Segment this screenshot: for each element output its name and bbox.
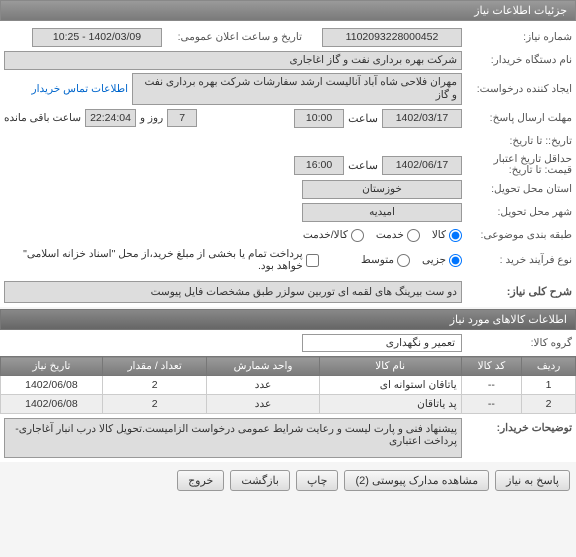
cell-code: -- — [461, 376, 522, 395]
cell-date: 1402/06/08 — [1, 395, 103, 414]
row-deadline: مهلت ارسال پاسخ: 1402/03/17 ساعت 10:00 7… — [4, 108, 572, 128]
row-buyer: نام دستگاه خریدار: شرکت بهره برداری نفت … — [4, 50, 572, 70]
label-deadline: مهلت ارسال پاسخ: — [462, 112, 572, 124]
cell-idx: 2 — [522, 395, 576, 414]
label-province: استان محل تحویل: — [462, 183, 572, 195]
row-buy-type: نوع فرآیند خرید : جزیی متوسط پرداخت تمام… — [4, 248, 572, 272]
label-time-2: ساعت — [348, 159, 378, 172]
label-history: تاریخ:: تا تاریخ: — [462, 135, 572, 147]
label-need-no: شماره نیاز: — [462, 31, 572, 43]
radio-both[interactable]: کالا/خدمت — [303, 229, 364, 242]
label-buy-type: نوع فرآیند خرید : — [462, 254, 572, 266]
cell-name: پد یاتاقان — [319, 395, 461, 414]
deadline-time: 10:00 — [294, 109, 344, 128]
need-no-value: 1102093228000452 — [322, 28, 462, 47]
row-history: تاریخ:: تا تاریخ: — [4, 131, 572, 151]
contact-link[interactable]: اطلاعات تماس خریدار — [32, 83, 128, 95]
row-requester: ایجاد کننده درخواست: مهران فلاحی شاه آبا… — [4, 73, 572, 105]
goods-section-header: اطلاعات کالاهای مورد نیاز — [0, 309, 576, 330]
row-validity: حداقل تاریخ اعتبار قیمت: تا تاریخ: 1402/… — [4, 154, 572, 176]
cell-qty: 2 — [102, 376, 207, 395]
label-general-desc: شرح کلی نیاز: — [462, 281, 572, 303]
label-announce: تاریخ و ساعت اعلان عمومی: — [162, 31, 302, 43]
radio-partial-input[interactable] — [449, 254, 462, 267]
announce-value: 1402/03/09 - 10:25 — [32, 28, 162, 47]
radio-partial[interactable]: جزیی — [422, 254, 462, 267]
buy-type-radio-group: جزیی متوسط پرداخت تمام یا بخشی از مبلغ خ… — [4, 248, 462, 272]
label-goods-group: گروه کالا: — [462, 337, 572, 349]
th-code: کد کالا — [461, 357, 522, 376]
city-value: امیدیه — [302, 203, 462, 222]
table-row[interactable]: 1--یاتاقان استوانه ایعدد21402/06/08 — [1, 376, 576, 395]
table-body: 1--یاتاقان استوانه ایعدد21402/06/082--پد… — [1, 376, 576, 414]
days-count: 7 — [167, 109, 197, 127]
th-idx: ردیف — [522, 357, 576, 376]
general-desc-value: دو ست بیرینگ های لقمه ای توربین سولزر طب… — [4, 281, 462, 303]
print-button[interactable]: چاپ — [296, 470, 339, 491]
cell-name: یاتاقان استوانه ای — [319, 376, 461, 395]
buyer-notes-row: توضیحات خریدار: پیشنهاد فنی و پارت لیست … — [0, 414, 576, 462]
label-time-1: ساعت — [348, 112, 378, 125]
radio-both-input[interactable] — [351, 229, 364, 242]
label-buyer: نام دستگاه خریدار: — [462, 54, 572, 66]
th-date: تاریخ نیاز — [1, 357, 103, 376]
row-province: استان محل تحویل: خوزستان — [4, 179, 572, 199]
form-area: شماره نیاز: 1102093228000452 تاریخ و ساع… — [0, 21, 576, 277]
valid-time: 16:00 — [294, 156, 344, 175]
row-city: شهر محل تحویل: امیدیه — [4, 202, 572, 222]
row-subject-class: طبقه بندی موضوعی: کالا خدمت کالا/خدمت — [4, 225, 572, 245]
radio-medium[interactable]: متوسط — [361, 254, 410, 267]
table-row[interactable]: 2--پد یاتاقانعدد21402/06/08 — [1, 395, 576, 414]
attachments-button[interactable]: مشاهده مدارک پیوستی (2) — [344, 470, 489, 491]
radio-goods-input[interactable] — [449, 229, 462, 242]
button-bar: پاسخ به نیاز مشاهده مدارک پیوستی (2) چاپ… — [0, 462, 576, 499]
cell-qty: 2 — [102, 395, 207, 414]
buyer-notes-value: پیشنهاد فنی و پارت لیست و رعایت شرایط عم… — [4, 418, 462, 458]
deadline-date: 1402/03/17 — [382, 109, 462, 128]
checkbox-payment-input[interactable] — [306, 254, 319, 267]
days-label: روز و — [140, 112, 163, 124]
requester-value: مهران فلاحی شاه آباد آنالیست ارشد سفارشا… — [132, 73, 462, 105]
cell-unit: عدد — [207, 376, 319, 395]
goods-table: ردیف کد کالا نام کالا واحد شمارش تعداد /… — [0, 356, 576, 414]
label-requester: ایجاد کننده درخواست: — [462, 83, 572, 95]
reply-button[interactable]: پاسخ به نیاز — [495, 470, 570, 491]
buyer-value: شرکت بهره برداری نفت و گاز اغاجاری — [4, 51, 462, 70]
goods-group-value: تعمیر و نگهداری — [302, 334, 462, 352]
cell-idx: 1 — [522, 376, 576, 395]
label-validity: حداقل تاریخ اعتبار قیمت: تا تاریخ: — [462, 154, 572, 176]
label-city: شهر محل تحویل: — [462, 206, 572, 218]
cell-code: -- — [461, 395, 522, 414]
header-bar: جزئیات اطلاعات نیاز — [0, 0, 576, 21]
row-need-number: شماره نیاز: 1102093228000452 تاریخ و ساع… — [4, 27, 572, 47]
time-remain-value: 22:24:04 — [85, 109, 136, 127]
general-desc-row: شرح کلی نیاز: دو ست بیرینگ های لقمه ای ت… — [0, 277, 576, 307]
label-buyer-notes: توضیحات خریدار: — [462, 418, 572, 458]
radio-medium-input[interactable] — [397, 254, 410, 267]
radio-service-input[interactable] — [407, 229, 420, 242]
back-button[interactable]: بازگشت — [230, 470, 290, 491]
radio-service[interactable]: خدمت — [376, 229, 420, 242]
th-qty: تعداد / مقدار — [102, 357, 207, 376]
table-header-row: ردیف کد کالا نام کالا واحد شمارش تعداد /… — [1, 357, 576, 376]
cell-unit: عدد — [207, 395, 319, 414]
goods-group-row: گروه کالا: تعمیر و نگهداری — [0, 330, 576, 356]
label-subject-class: طبقه بندی موضوعی: — [462, 229, 572, 241]
th-unit: واحد شمارش — [207, 357, 319, 376]
valid-date: 1402/06/17 — [382, 156, 462, 175]
th-name: نام کالا — [319, 357, 461, 376]
exit-button[interactable]: خروج — [177, 470, 224, 491]
subject-radio-group: کالا خدمت کالا/خدمت — [303, 229, 462, 242]
cell-date: 1402/06/08 — [1, 376, 103, 395]
time-remain-label: ساعت باقی مانده — [4, 112, 81, 124]
province-value: خوزستان — [302, 180, 462, 199]
time-remaining: 7 روز و 22:24:04 ساعت باقی مانده — [4, 109, 197, 127]
radio-goods[interactable]: کالا — [432, 229, 462, 242]
header-title: جزئیات اطلاعات نیاز — [474, 5, 567, 17]
checkbox-payment[interactable]: پرداخت تمام یا بخشی از مبلغ خرید،از محل … — [4, 248, 319, 272]
